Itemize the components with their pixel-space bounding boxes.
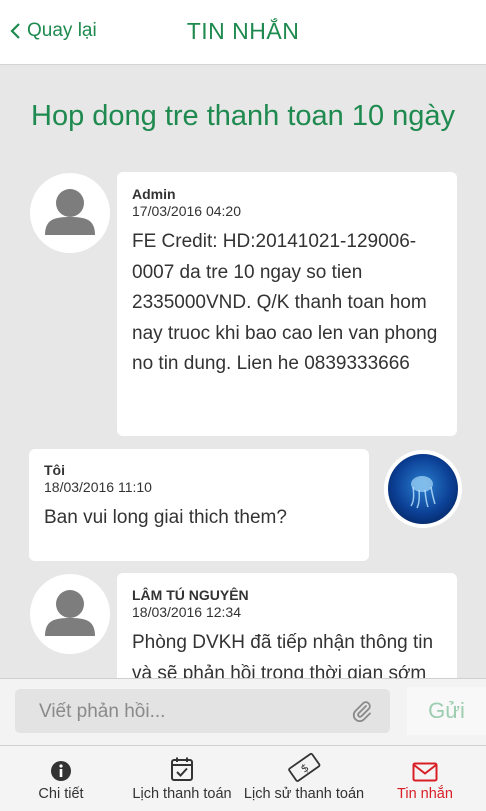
message-bubble-own: Tôi 18/03/2016 11:10 Ban vui long giai t… xyxy=(29,449,369,561)
user-placeholder-icon xyxy=(45,189,95,235)
tab-label: Chi tiết xyxy=(38,786,84,802)
message-date: 17/03/2016 04:20 xyxy=(132,203,241,219)
tab-chi-tiet[interactable]: Chi tiết xyxy=(14,746,108,811)
reply-input[interactable] xyxy=(15,689,361,735)
message-thread[interactable]: Hop dong tre thanh toan 10 ngày Admin 17… xyxy=(0,66,486,678)
tab-label: Lịch thanh toán xyxy=(132,786,232,802)
top-header: Quay lại TIN NHẮN xyxy=(0,0,486,65)
tab-lich-su-thanh-toan[interactable]: $ Lịch sử thanh toán xyxy=(242,746,366,811)
tab-lich-thanh-toan[interactable]: Lịch thanh toán xyxy=(126,746,238,811)
thread-subject: Hop dong tre thanh toan 10 ngày xyxy=(31,100,456,132)
bottom-tab-bar: Chi tiết Lịch thanh toán $ Lịch sử thanh… xyxy=(0,745,486,811)
paperclip-icon[interactable] xyxy=(352,700,372,722)
message-date: 18/03/2016 12:34 xyxy=(132,604,241,620)
avatar-own xyxy=(384,450,462,528)
info-icon xyxy=(51,761,71,781)
tab-label: Lịch sử thanh toán xyxy=(243,786,365,802)
message-sender: Admin xyxy=(132,186,176,202)
message-sender: Tôi xyxy=(44,462,65,478)
tab-label: Tin nhắn xyxy=(397,786,453,802)
avatar xyxy=(30,173,110,253)
message-bubble: Admin 17/03/2016 04:20 FE Credit: HD:201… xyxy=(117,172,457,436)
calendar-check-icon xyxy=(171,757,193,781)
reply-composer: Gửi xyxy=(0,678,486,746)
message-sender: LÂM TÚ NGUYÊN xyxy=(132,587,249,603)
message-bubble: LÂM TÚ NGUYÊN 18/03/2016 12:34 Phòng DVK… xyxy=(117,573,457,678)
message-text: Phòng DVKH đã tiếp nhận thông tin và sẽ … xyxy=(132,632,434,678)
page-title: TIN NHẮN xyxy=(186,18,300,44)
envelope-icon xyxy=(412,762,438,782)
money-bill-icon: $ xyxy=(288,752,321,782)
message-date: 18/03/2016 11:10 xyxy=(44,479,152,495)
jellyfish-photo-icon xyxy=(384,450,462,528)
message-text: Ban vui long giai thich them? xyxy=(44,507,287,528)
send-button[interactable]: Gửi xyxy=(407,687,486,735)
reply-input-box xyxy=(15,689,390,735)
avatar xyxy=(30,574,110,654)
user-placeholder-icon xyxy=(45,590,95,636)
tab-tin-nhan[interactable]: Tin nhắn xyxy=(384,746,466,811)
message-text: FE Credit: HD:20141021-129006-0007 da tr… xyxy=(132,231,438,374)
